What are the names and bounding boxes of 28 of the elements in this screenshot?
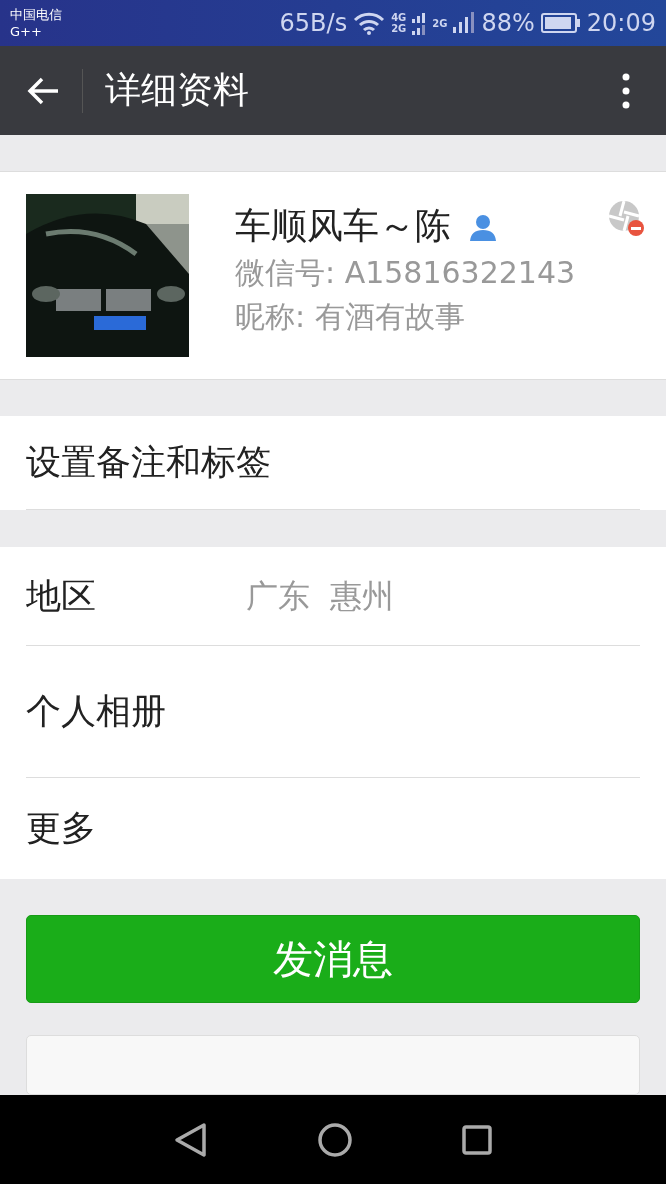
page-title: 详细资料 <box>105 68 249 112</box>
more-menu-button[interactable] <box>622 72 630 109</box>
signal-icon <box>412 11 427 35</box>
network-speed: 65B/s <box>279 9 348 37</box>
network-label: 2G <box>391 23 407 34</box>
info-row[interactable]: 个人相册 <box>0 646 666 778</box>
person-icon <box>469 212 497 241</box>
back-button[interactable] <box>26 75 60 106</box>
battery-percent: 88% <box>481 9 535 37</box>
blocked-moments-icon[interactable] <box>608 200 646 238</box>
carrier-name: 中国电信 <box>10 6 62 23</box>
home-button[interactable] <box>318 1122 352 1157</box>
wifi-icon <box>353 11 386 35</box>
contact-name: 车顺风车～陈 <box>235 204 451 248</box>
clock: 20:09 <box>586 9 656 37</box>
recent-apps-button[interactable] <box>462 1124 492 1155</box>
info-row[interactable]: 地区 广东 惠州 <box>0 546 666 647</box>
network-label: 2G <box>432 17 448 29</box>
signal-icon <box>453 11 476 35</box>
remark-row[interactable]: 设置备注和标签 <box>0 416 666 510</box>
battery-icon <box>540 13 581 33</box>
region-value: 广东 惠州 <box>246 575 395 617</box>
network-label: 4G <box>391 12 407 23</box>
wechat-id: 微信号: A15816322143 <box>235 254 576 292</box>
nickname: 昵称: 有酒有故事 <box>235 298 466 336</box>
info-row[interactable]: 更多 <box>0 777 666 879</box>
back-nav-button[interactable] <box>174 1121 208 1158</box>
network-type: G++ <box>10 23 43 40</box>
